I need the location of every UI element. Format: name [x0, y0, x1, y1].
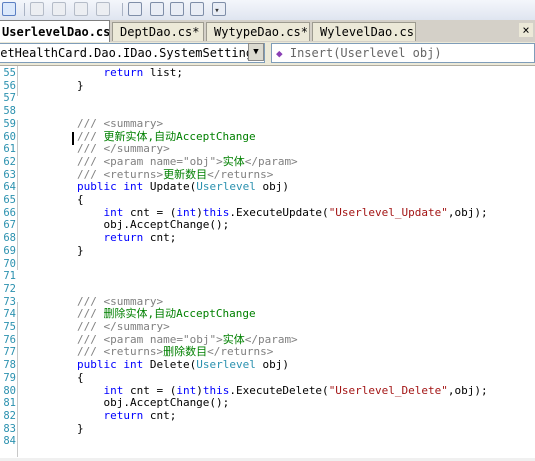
class-selector-dropdown-icon[interactable]: ▼: [248, 43, 264, 61]
line-number: 64: [3, 181, 16, 194]
comment-lines-icon[interactable]: [2, 2, 16, 16]
close-tab-icon[interactable]: ×: [519, 23, 533, 37]
line-number: 69: [3, 244, 16, 257]
line-number: 81: [3, 397, 16, 410]
line-number: 66: [3, 206, 16, 219]
line-number: 61: [3, 143, 16, 156]
line-number: 73: [3, 295, 16, 308]
line-number: 68: [3, 232, 16, 245]
comment-icon[interactable]: [190, 2, 204, 16]
line-number: 65: [3, 194, 16, 206]
code-text: }: [24, 243, 84, 257]
member-selector-value: Insert(Userlevel obj): [289, 46, 442, 60]
tab-label: UserlevelDao.cs*: [2, 25, 110, 39]
line-number: 75: [3, 321, 16, 333]
line-number: 77: [3, 346, 16, 359]
code-line: 70: [0, 258, 535, 271]
indent-icon[interactable]: [170, 2, 184, 16]
code-line: 71: [0, 270, 535, 283]
line-number: 76: [3, 333, 16, 346]
line-number: 74: [3, 308, 16, 321]
line-number: 57: [3, 92, 16, 105]
tab-wytypedao-cs[interactable]: WytypeDao.cs*🔒: [206, 22, 310, 41]
lock-icon: 🔒: [200, 28, 203, 39]
tab-wyleveldao-cs[interactable]: WylevelDao.cs* 🔒: [312, 22, 416, 41]
line-number: 63: [3, 168, 16, 181]
line-number: 58: [3, 105, 16, 118]
method-icon: ◆: [276, 47, 283, 60]
lock-icon: 🔒: [309, 28, 310, 39]
prev-bookmark-icon[interactable]: [74, 2, 88, 16]
code-line: 84: [0, 435, 535, 448]
line-number: 62: [3, 155, 16, 168]
tab-deptdao-cs[interactable]: DeptDao.cs*🔒: [112, 22, 204, 41]
line-number: 70: [3, 257, 16, 270]
line-number: 79: [3, 371, 16, 384]
line-number: 71: [3, 270, 16, 283]
code-line: 57: [0, 92, 535, 105]
tab-label: WylevelDao.cs*: [320, 25, 416, 39]
bookmark-icon[interactable]: [52, 2, 66, 16]
line-number: 60: [3, 130, 16, 143]
line-number: 82: [3, 409, 16, 422]
line-number: 72: [3, 282, 16, 295]
line-number: 84: [3, 435, 16, 448]
class-selector-value: NetHealthCard.Dao.IDao.SystemSetting.Use…: [0, 46, 264, 60]
line-number: 80: [3, 384, 16, 397]
code-text: }: [24, 78, 84, 92]
outdent-icon[interactable]: [150, 2, 164, 16]
line-number: 67: [3, 219, 16, 232]
tab-userleveldao-cs[interactable]: UserlevelDao.cs*🔒: [0, 20, 110, 42]
tab-label: WytypeDao.cs*: [214, 25, 308, 39]
line-number: 78: [3, 359, 16, 372]
toolbar-separator: [122, 3, 123, 16]
uncomment-icon[interactable]: [30, 2, 44, 16]
clear-bookmarks-icon[interactable]: [128, 2, 142, 16]
toolbar-separator: [24, 3, 25, 16]
line-number: 56: [3, 79, 16, 92]
text-editor-toolbar: ▾: [0, 0, 535, 21]
document-tab-bar: WylevelDao.cs*🔒WytypeDao.cs*🔒DeptDao.cs*…: [0, 20, 535, 43]
navigation-bar: NetHealthCard.Dao.IDao.SystemSetting.Use…: [0, 42, 535, 66]
member-selector-combo[interactable]: ◆ Insert(Userlevel obj): [271, 43, 535, 63]
line-number: 55: [3, 67, 16, 79]
code-line: 56 }: [0, 78, 535, 93]
class-selector-combo[interactable]: NetHealthCard.Dao.IDao.SystemSetting.Use…: [0, 43, 265, 63]
next-bookmark-icon[interactable]: [96, 2, 110, 16]
code-line: 69 }: [0, 243, 535, 258]
code-text: }: [24, 421, 84, 435]
code-editor[interactable]: 55 return list; 56 } 57 58 59 /// <summary> 6…: [0, 66, 535, 461]
line-number: 83: [3, 422, 16, 435]
toolbar-overflow-icon[interactable]: ▾: [212, 4, 222, 18]
code-line: 83 }: [0, 421, 535, 436]
line-number: 59: [3, 117, 16, 130]
tab-label: DeptDao.cs*: [120, 25, 200, 39]
